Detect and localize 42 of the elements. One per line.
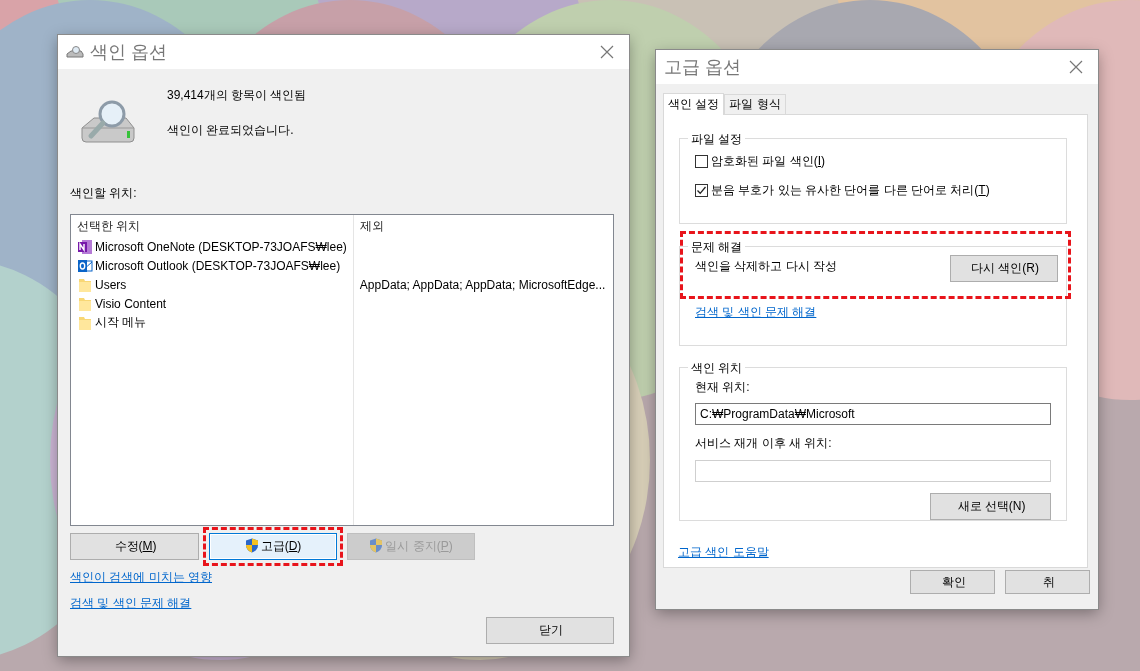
shield-icon <box>369 537 384 553</box>
index-count-text: 39,414개의 항목이 색인됨 <box>167 88 307 102</box>
folder-icon <box>77 276 93 293</box>
column-header[interactable]: 제외 <box>353 215 613 237</box>
checkbox[interactable] <box>695 184 708 197</box>
dialog-button[interactable]: 수정(M) <box>70 533 199 560</box>
tab[interactable]: 파일 형식 <box>724 94 786 114</box>
close-icon[interactable] <box>599 44 615 60</box>
location-name[interactable]: Visio Content <box>95 296 167 311</box>
location-name[interactable]: Microsoft Outlook (DESKTOP-73JOAFS₩lee) <box>95 258 341 273</box>
checkbox-label[interactable]: 분음 부호가 있는 유사한 단어를 다른 단어로 처리(T) <box>711 182 990 199</box>
group-title: 문제 해결 <box>688 239 746 256</box>
field-label: 현재 위치: <box>695 379 751 396</box>
checkbox-label[interactable]: 암호화된 파일 색인(I) <box>711 153 825 170</box>
close-icon[interactable] <box>1068 59 1084 75</box>
close-button[interactable]: 닫기 <box>486 617 614 644</box>
shield-icon <box>244 537 259 553</box>
location-name[interactable]: 시작 메뉴 <box>95 314 147 331</box>
group-title: 파일 설정 <box>688 131 746 148</box>
excluded-folders: AppData; AppData; AppData; MicrosoftEdge... <box>359 277 606 292</box>
window-title: 고급 옵션 <box>664 56 741 79</box>
dialog-button[interactable]: 취 <box>1005 570 1090 594</box>
column-header[interactable]: 선택한 위치 <box>71 215 354 237</box>
location-name[interactable]: Users <box>95 277 127 292</box>
outlook-icon <box>77 257 93 274</box>
select-new-button[interactable]: 새로 선택(N) <box>930 493 1051 520</box>
reindex-button[interactable]: 다시 색인(R) <box>950 255 1058 282</box>
reindex-description: 색인을 삭제하고 다시 작성 <box>695 258 837 275</box>
folder-icon <box>77 314 93 331</box>
location-field[interactable]: C:₩ProgramData₩Microsoft <box>695 403 1051 425</box>
field-label: 서비스 재개 이후 새 위치: <box>695 435 833 452</box>
window-title: 색인 옵션 <box>90 41 167 64</box>
group-title: 색인 위치 <box>688 360 746 377</box>
locations-label: 색인할 위치: <box>70 186 138 200</box>
tab[interactable]: 색인 설정 <box>663 93 725 115</box>
location-name[interactable]: Microsoft OneNote (DESKTOP-73JOAFS₩lee) <box>95 239 347 254</box>
checkbox[interactable] <box>695 155 708 168</box>
folder-icon <box>77 295 93 312</box>
index-status-text: 색인이 완료되었습니다. <box>167 123 295 137</box>
onenote-icon <box>77 238 93 255</box>
dialog-button[interactable]: 확인 <box>910 570 995 594</box>
new-location-field[interactable] <box>695 460 1051 482</box>
